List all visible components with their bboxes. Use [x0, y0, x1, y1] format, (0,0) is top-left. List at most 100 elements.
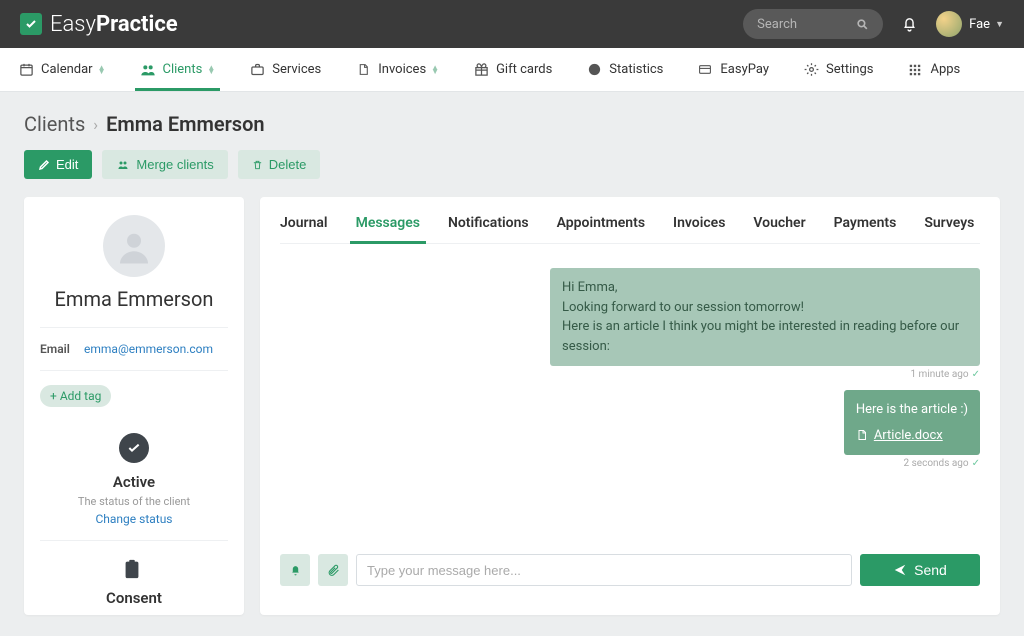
action-row: Edit Merge clients Delete — [24, 150, 1000, 179]
delete-label: Delete — [269, 157, 307, 172]
tab-journal[interactable]: Journal — [280, 209, 328, 243]
client-avatar — [103, 215, 165, 277]
user-name: Fae — [969, 17, 990, 32]
email-label: Email — [40, 342, 84, 356]
attach-button[interactable] — [318, 554, 348, 586]
brand-light: Easy — [50, 12, 96, 37]
nav-settings[interactable]: Settings — [803, 48, 873, 91]
nav-label: Calendar — [41, 62, 93, 77]
change-status-link[interactable]: Change status — [40, 512, 228, 526]
delete-button[interactable]: Delete — [238, 150, 321, 179]
nav-invoices[interactable]: Invoices ▲▼ — [355, 48, 439, 91]
sort-icon: ▲▼ — [207, 66, 215, 74]
email-value[interactable]: emma@emmerson.com — [84, 342, 213, 356]
nav-label: Settings — [826, 62, 873, 77]
nav-services[interactable]: Services — [249, 48, 321, 91]
tabs: Journal Messages Notifications Appointme… — [280, 209, 980, 244]
send-button[interactable]: Send — [860, 554, 980, 586]
nav-label: Gift cards — [496, 62, 552, 77]
message-2: Here is the article :) Article.docx 2 se… — [844, 390, 980, 469]
tab-invoices[interactable]: Invoices — [673, 209, 725, 243]
merge-button[interactable]: Merge clients — [102, 150, 227, 179]
nav-label: Clients — [163, 62, 203, 77]
nav-label: EasyPay — [720, 62, 769, 77]
chevron-down-icon: ▼ — [995, 19, 1004, 30]
notifications-icon[interactable] — [901, 16, 918, 33]
send-label: Send — [914, 562, 947, 578]
nav-easypay[interactable]: EasyPay — [697, 48, 769, 91]
nav-giftcards[interactable]: Gift cards — [473, 48, 552, 91]
attachment-name: Article.docx — [874, 426, 943, 446]
logo-mark-icon — [20, 13, 42, 35]
tab-surveys[interactable]: Surveys — [924, 209, 974, 243]
sort-icon: ▲▼ — [98, 66, 106, 74]
reminder-button[interactable] — [280, 554, 310, 586]
breadcrumb-current: Emma Emmerson — [106, 112, 265, 136]
nav-calendar[interactable]: Calendar ▲▼ — [18, 48, 106, 91]
breadcrumb-root[interactable]: Clients — [24, 112, 85, 136]
topbar: EasyPractice Search Fae ▼ — [0, 0, 1024, 48]
tab-payments[interactable]: Payments — [834, 209, 897, 243]
gift-icon — [473, 62, 489, 78]
client-name: Emma Emmerson — [40, 287, 228, 328]
briefcase-icon — [249, 62, 265, 78]
tab-voucher[interactable]: Voucher — [753, 209, 805, 243]
avatar — [936, 11, 962, 37]
attachment[interactable]: Article.docx — [856, 426, 968, 446]
apps-icon — [907, 62, 923, 78]
msg-line: Hi Emma, — [562, 278, 968, 298]
messages-area: Hi Emma, Looking forward to our session … — [280, 244, 980, 544]
send-icon — [893, 563, 907, 577]
tab-messages[interactable]: Messages — [356, 209, 420, 243]
edit-button[interactable]: Edit — [24, 150, 92, 179]
add-tag-label: Add tag — [60, 389, 102, 403]
nav-apps[interactable]: Apps — [907, 48, 960, 91]
file-icon — [856, 428, 868, 442]
card-icon — [697, 62, 713, 78]
nav-statistics[interactable]: Statistics — [586, 48, 663, 91]
add-tag-button[interactable]: +Add tag — [40, 385, 111, 407]
user-menu[interactable]: Fae ▼ — [936, 11, 1004, 37]
tab-appointments[interactable]: Appointments — [557, 209, 645, 243]
check-circle-icon — [119, 433, 149, 463]
message-bubble: Here is the article :) Article.docx — [844, 390, 980, 455]
message-meta: 1 minute ago ✓ — [910, 369, 980, 380]
chevron-right-icon: › — [93, 115, 98, 134]
piechart-icon — [586, 62, 602, 78]
nav-label: Statistics — [609, 62, 663, 77]
calendar-icon — [18, 62, 34, 78]
message-input[interactable] — [356, 554, 852, 586]
paperclip-icon — [327, 564, 340, 577]
status-subtitle: The status of the client — [40, 495, 228, 508]
msg-line: Looking forward to our session tomorrow! — [562, 298, 968, 318]
clipboard-icon — [121, 557, 147, 583]
meta-time: 2 seconds ago — [904, 458, 969, 469]
logo[interactable]: EasyPractice — [20, 12, 178, 37]
edit-label: Edit — [56, 157, 78, 172]
tab-notifications[interactable]: Notifications — [448, 209, 529, 243]
file-icon — [355, 62, 371, 78]
message-1: Hi Emma, Looking forward to our session … — [550, 268, 980, 380]
msg-line: Here is an article I think you might be … — [562, 317, 968, 356]
search-icon — [856, 18, 869, 31]
delivered-check-icon: ✓ — [972, 369, 980, 380]
clients-icon — [140, 62, 156, 78]
search-input[interactable]: Search — [743, 9, 883, 39]
client-main: Journal Messages Notifications Appointme… — [260, 197, 1000, 615]
meta-time: 1 minute ago — [910, 369, 968, 380]
gear-icon — [803, 62, 819, 78]
brand-bold: Practice — [96, 12, 178, 37]
client-email-row: Email emma@emmerson.com — [40, 328, 228, 371]
search-placeholder: Search — [757, 17, 856, 32]
bell-icon — [289, 564, 302, 577]
nav-label: Apps — [930, 62, 960, 77]
merge-label: Merge clients — [136, 157, 213, 172]
consent-title: Consent — [106, 589, 162, 607]
delivered-check-icon: ✓ — [972, 458, 980, 469]
client-status: Active The status of the client Change s… — [40, 433, 228, 541]
client-sidebar: Emma Emmerson Email emma@emmerson.com +A… — [24, 197, 244, 615]
client-consent: Consent — [106, 557, 162, 607]
nav-clients[interactable]: Clients ▲▼ — [140, 48, 216, 91]
status-title: Active — [40, 473, 228, 491]
nav-label: Invoices — [378, 62, 426, 77]
